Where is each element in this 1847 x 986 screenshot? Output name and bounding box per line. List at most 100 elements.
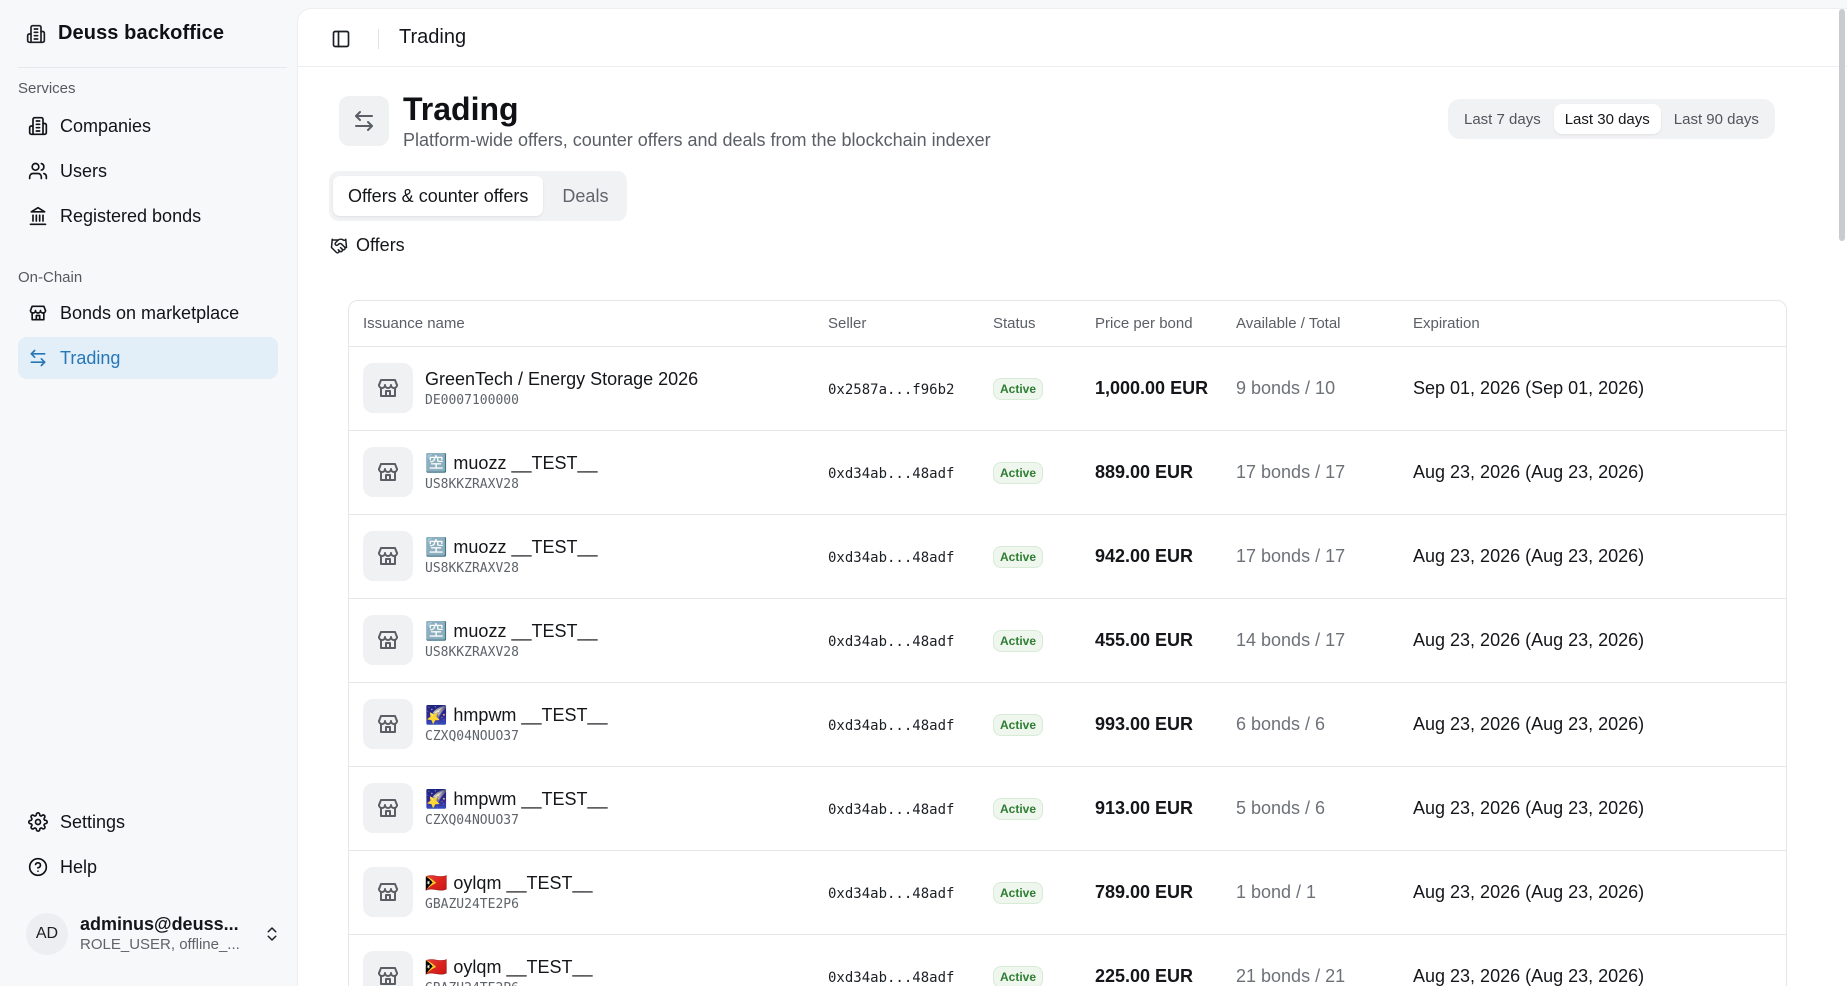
issuance-isin: US8KKZRAXV28	[425, 645, 519, 661]
page-icon	[339, 96, 389, 146]
sidebar-item-trading[interactable]: Trading	[18, 337, 278, 379]
available-total: 5 bonds / 6	[1236, 797, 1326, 818]
price-per-bond: 942.00 EUR	[1095, 545, 1194, 566]
arrows-left-right-icon	[355, 111, 373, 131]
sidebar-toggle-button[interactable]	[325, 23, 357, 55]
section-title: Offers	[356, 235, 405, 255]
status-badge: Active	[993, 797, 1044, 820]
expiration: Aug 23, 2026 (Aug 23, 2026)	[1413, 629, 1645, 650]
issuance-isin: CZXQ04NOUO37	[425, 729, 519, 745]
table-row[interactable]: 🈳 muozz __TEST__ US8KKZRAXV28 0xd34ab...4…	[349, 598, 1786, 683]
table-row[interactable]: 🌠 hmpwm __TEST__ CZXQ04NOUO37 0xd34ab...4…	[349, 682, 1786, 767]
handshake-icon	[330, 238, 348, 254]
column-header-issuance-name[interactable]: Issuance name	[349, 301, 828, 347]
expiration: Aug 23, 2026 (Aug 23, 2026)	[1413, 797, 1645, 818]
scrollbar-thumb[interactable]	[1839, 9, 1845, 241]
store-icon	[363, 615, 413, 665]
flag-icon: 🌠	[425, 704, 448, 725]
page-title: Trading	[403, 91, 519, 127]
sidebar-item-registered-bonds[interactable]: Registered bonds	[18, 195, 278, 237]
flag-icon: 🇹🇱	[425, 872, 448, 893]
offers-table: Issuance name Seller Status Price per bo…	[348, 300, 1787, 986]
store-icon	[363, 867, 413, 917]
sidebar-item-bonds-on-marketplace[interactable]: Bonds on marketplace	[18, 292, 278, 334]
column-header-expiration[interactable]: Expiration	[1413, 301, 1786, 347]
gear-icon	[28, 812, 48, 832]
flag-icon: 🇹🇱	[425, 956, 448, 977]
panel-left-icon	[332, 30, 350, 48]
store-icon	[363, 699, 413, 749]
table-row[interactable]: 🇹🇱oylqm __TEST__ GBAZU24TE2P6 0xd34ab...…	[349, 850, 1786, 935]
flag-icon: 🈳	[425, 452, 448, 473]
range-last-30-days[interactable]: Last 30 days	[1553, 104, 1661, 134]
issuance-isin: US8KKZRAXV28	[425, 477, 519, 493]
seller-address: 0xd34ab...48adf	[828, 465, 955, 482]
price-per-bond: 455.00 EUR	[1095, 629, 1194, 650]
scrollbar[interactable]	[1837, 9, 1847, 986]
status-badge: Active	[993, 461, 1044, 484]
seller-address: 0x2587a...f96b2	[828, 381, 955, 398]
issuance-isin: CZXQ04NOUO37	[425, 813, 519, 829]
issuance-name: GreenTech / Energy Storage 2026	[425, 368, 699, 389]
available-total: 6 bonds / 6	[1236, 713, 1326, 734]
expiration: Aug 23, 2026 (Aug 23, 2026)	[1413, 545, 1645, 566]
issuance-name: 🇹🇱 oylqm __TEST__	[425, 956, 593, 977]
available-total: 17 bonds / 17	[1236, 545, 1346, 566]
price-per-bond: 993.00 EUR	[1095, 713, 1194, 734]
table-row[interactable]: 🇹🇱oylqm __TEST__ GBAZU24TE2P6 0xd34ab...…	[349, 934, 1786, 986]
group-label-services: Services	[18, 80, 76, 97]
status-badge: Active	[993, 629, 1044, 652]
column-header-seller[interactable]: Seller	[828, 301, 993, 347]
divider	[18, 67, 287, 68]
status-badge: Active	[993, 545, 1044, 568]
arrows-left-right-icon	[30, 349, 46, 367]
store-icon	[363, 531, 413, 581]
available-total: 9 bonds / 10	[1236, 377, 1336, 398]
price-per-bond: 225.00 EUR	[1095, 965, 1194, 986]
tab-deals[interactable]: Deals	[547, 176, 623, 216]
seller-address: 0xd34ab...48adf	[828, 549, 955, 566]
user-menu[interactable]: AD adminus@deuss... ROLE_USER, offline_.…	[26, 913, 281, 955]
table-header-row: Issuance name Seller Status Price per bo…	[349, 301, 1786, 347]
column-header-price-per-bond[interactable]: Price per bond	[1095, 301, 1236, 347]
expiration: Aug 23, 2026 (Aug 23, 2026)	[1413, 461, 1645, 482]
topbar: Trading	[298, 9, 1847, 67]
brand-name: Deuss backoffice	[58, 22, 225, 44]
column-header-available-total[interactable]: Available / Total	[1236, 301, 1413, 347]
table-row[interactable]: GreenTech / Energy Storage 2026 DE000710…	[349, 346, 1786, 431]
range-last-7-days[interactable]: Last 7 days	[1453, 104, 1552, 134]
sidebar-item-settings[interactable]: Settings	[18, 801, 278, 843]
divider	[378, 29, 379, 49]
available-total: 21 bonds / 21	[1236, 965, 1346, 986]
tab-offers-counter-offers[interactable]: Offers & counter offers	[333, 176, 544, 216]
sidebar-item-label: Settings	[60, 811, 126, 832]
status-badge: Active	[993, 713, 1044, 736]
issuance-isin: GBAZU24TE2P6	[425, 897, 519, 913]
issuance-isin: DE0007100000	[425, 393, 519, 409]
section-header-offers: Offers	[330, 235, 405, 256]
expiration: Sep 01, 2026 (Sep 01, 2026)	[1413, 377, 1645, 398]
users-icon	[28, 162, 48, 180]
price-per-bond: 889.00 EUR	[1095, 461, 1194, 482]
sidebar-item-help[interactable]: Help	[18, 846, 278, 888]
table-row[interactable]: 🌠 hmpwm __TEST__ CZXQ04NOUO37 0xd34ab...4…	[349, 766, 1786, 851]
expiration: Aug 23, 2026 (Aug 23, 2026)	[1413, 881, 1645, 902]
sidebar-item-users[interactable]: Users	[18, 150, 278, 192]
table-row[interactable]: 🈳 muozz __TEST__ US8KKZRAXV28 0xd34ab...4…	[349, 514, 1786, 599]
issuance-isin: GBAZU24TE2P6	[425, 981, 592, 986]
issuance-name: 🈳 muozz __TEST__	[425, 452, 598, 473]
brand[interactable]: Deuss backoffice	[26, 22, 224, 45]
help-circle-icon	[28, 857, 48, 877]
range-last-90-days[interactable]: Last 90 days	[1663, 104, 1770, 134]
table-row[interactable]: 🈳 muozz __TEST__ US8KKZRAXV28 0xd34ab...4…	[349, 430, 1786, 515]
sidebar-item-companies[interactable]: Companies	[18, 105, 278, 147]
breadcrumb: Trading	[399, 26, 467, 48]
seller-address: 0xd34ab...48adf	[828, 969, 955, 986]
flag-icon: 🈳	[425, 536, 448, 557]
sidebar-item-label: Help	[60, 856, 98, 877]
column-header-status[interactable]: Status	[993, 301, 1095, 347]
building-icon	[28, 116, 48, 136]
main-content: Trading Trading Platform-wide offers, co…	[297, 8, 1847, 986]
flag-icon: 🌠	[425, 788, 448, 809]
expiration: Aug 23, 2026 (Aug 23, 2026)	[1413, 713, 1645, 734]
